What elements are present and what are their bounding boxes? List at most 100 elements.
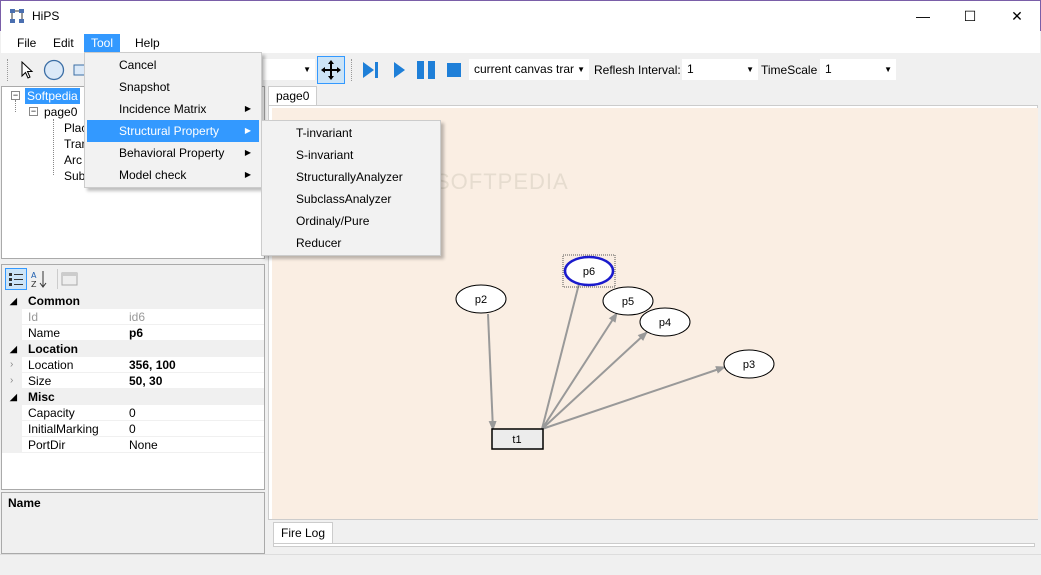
menu-item-label: Behavioral Property	[119, 146, 225, 160]
pause-button[interactable]	[414, 58, 438, 82]
tab-fire-log[interactable]: Fire Log	[273, 522, 334, 544]
prop-label: Location	[28, 358, 74, 372]
tree-node-subnets[interactable]: Sub	[64, 168, 85, 184]
step-forward-button[interactable]	[358, 58, 382, 82]
prop-value[interactable]: 50, 30	[129, 373, 162, 389]
menu-item-behavioral-property[interactable]: Behavioral Property ▶	[87, 142, 259, 164]
minimize-button[interactable]: —	[900, 1, 946, 31]
menu-item-cancel[interactable]: Cancel	[87, 54, 259, 76]
collapse-icon[interactable]: −	[29, 107, 38, 116]
category-location[interactable]: ◢ Location	[2, 341, 264, 357]
tree-page[interactable]: page0	[44, 104, 77, 120]
prop-row-port-dir[interactable]: PortDir None	[2, 437, 264, 453]
property-grid-toolbar: AZ	[2, 265, 264, 293]
menu-item-structurally-analyzer[interactable]: StructurallyAnalyzer	[264, 166, 438, 188]
move-tool-button[interactable]	[317, 56, 345, 84]
menu-item-subclass-analyzer[interactable]: SubclassAnalyzer	[264, 188, 438, 210]
maximize-button[interactable]: ☐	[947, 1, 993, 31]
collapse-icon[interactable]: −	[11, 91, 20, 100]
pointer-tool-button[interactable]	[15, 58, 39, 82]
prop-value[interactable]: p6	[129, 325, 143, 341]
menu-item-label: T-invariant	[296, 126, 353, 140]
timescale-label: TimeScale	[761, 63, 818, 77]
arc-t1-p3[interactable]	[541, 366, 726, 430]
play-icon	[394, 62, 405, 78]
menu-edit[interactable]: Edit	[46, 34, 81, 52]
chevron-down-icon: ▼	[746, 65, 754, 74]
toolbar-combo-partial[interactable]: ▼	[263, 59, 315, 80]
expand-arrow-icon[interactable]: ›	[10, 357, 13, 373]
prop-value: id6	[129, 310, 146, 324]
stop-icon	[447, 63, 461, 77]
property-description: Name	[1, 492, 265, 554]
menu-item-reducer[interactable]: Reducer	[264, 232, 438, 254]
prop-value[interactable]: 0	[129, 405, 136, 421]
timescale-combo[interactable]: 1 ▼	[820, 59, 896, 80]
collapse-arrow-icon: ◢	[10, 392, 17, 402]
category-label: Misc	[28, 390, 55, 404]
menu-item-label: Ordinaly/Pure	[296, 214, 370, 228]
menu-item-t-invariant[interactable]: T-invariant	[264, 122, 438, 144]
play-button[interactable]	[387, 58, 411, 82]
menu-item-label: Reducer	[296, 236, 342, 250]
menu-item-s-invariant[interactable]: S-invariant	[264, 144, 438, 166]
menu-item-ordinaly-pure[interactable]: Ordinaly/Pure	[264, 210, 438, 232]
categorized-button[interactable]	[5, 268, 27, 290]
menu-tool[interactable]: Tool	[84, 34, 121, 52]
stop-button[interactable]	[442, 58, 466, 82]
menu-item-incidence-matrix[interactable]: Incidence Matrix ▶	[87, 98, 259, 120]
prop-row-capacity[interactable]: Capacity 0	[2, 405, 264, 421]
view-mode-value: current canvas trar	[474, 62, 575, 76]
place-tool-button[interactable]	[42, 58, 66, 82]
menu-item-model-check[interactable]: Model check ▶	[87, 164, 259, 186]
prop-row-location[interactable]: › Location 356, 100	[2, 357, 264, 373]
softpedia-watermark: SOFTPEDIA	[435, 169, 569, 194]
submenu-arrow-icon: ▶	[244, 148, 251, 157]
fire-log-panel	[273, 543, 1035, 547]
menu-item-label: Model check	[119, 168, 187, 182]
menu-item-label: S-invariant	[296, 148, 354, 162]
property-pages-button[interactable]	[60, 269, 80, 289]
menu-item-snapshot[interactable]: Snapshot	[87, 76, 259, 98]
arc-p2-t1[interactable]	[487, 313, 497, 431]
category-common[interactable]: ◢ Common	[2, 293, 264, 309]
place-label: p5	[622, 296, 634, 308]
description-title: Name	[8, 496, 41, 510]
tree-line	[15, 100, 16, 112]
menu-help[interactable]: Help	[128, 34, 167, 52]
step-forward-icon	[363, 62, 378, 78]
menu-file[interactable]: File	[10, 34, 43, 52]
tree-root[interactable]: Softpedia	[25, 88, 80, 104]
category-misc[interactable]: ◢ Misc	[2, 389, 264, 405]
circle-icon	[43, 59, 65, 81]
menu-item-label: Cancel	[119, 58, 157, 72]
view-mode-combo[interactable]: current canvas trar ▼	[469, 59, 589, 80]
tab-page0[interactable]: page0	[268, 86, 318, 106]
menu-item-label: SubclassAnalyzer	[296, 192, 392, 206]
collapse-arrow-icon: ◢	[10, 344, 17, 354]
interval-combo[interactable]: 1 ▼	[682, 59, 758, 80]
prop-row-name[interactable]: Name p6	[2, 325, 264, 341]
arc-t1-p6[interactable]	[541, 271, 584, 430]
transition-label: t1	[512, 434, 521, 446]
interval-value: 1	[687, 62, 694, 76]
alphabetical-button[interactable]: AZ	[30, 269, 50, 289]
prop-row-size[interactable]: › Size 50, 30	[2, 373, 264, 389]
place-label: p6	[583, 266, 595, 278]
prop-row-id[interactable]: Id id6	[2, 309, 264, 325]
prop-value[interactable]: 356, 100	[129, 357, 176, 373]
svg-text:Z: Z	[31, 280, 37, 289]
prop-value[interactable]: None	[129, 437, 158, 453]
place-label: p3	[743, 359, 755, 371]
menu-item-structural-property[interactable]: Structural Property ▶	[87, 120, 259, 142]
close-button[interactable]: ✕	[994, 1, 1040, 31]
prop-value[interactable]: 0	[129, 421, 136, 437]
pause-icon	[417, 61, 435, 79]
categorized-icon	[9, 273, 23, 286]
tree-node-arcs[interactable]: Arc	[64, 152, 82, 168]
prop-row-initial-marking[interactable]: InitialMarking 0	[2, 421, 264, 437]
submenu-arrow-icon: ▶	[244, 126, 251, 135]
menu-item-label: StructurallyAnalyzer	[296, 170, 403, 184]
chevron-down-icon: ▼	[577, 65, 585, 74]
expand-arrow-icon[interactable]: ›	[10, 373, 13, 389]
